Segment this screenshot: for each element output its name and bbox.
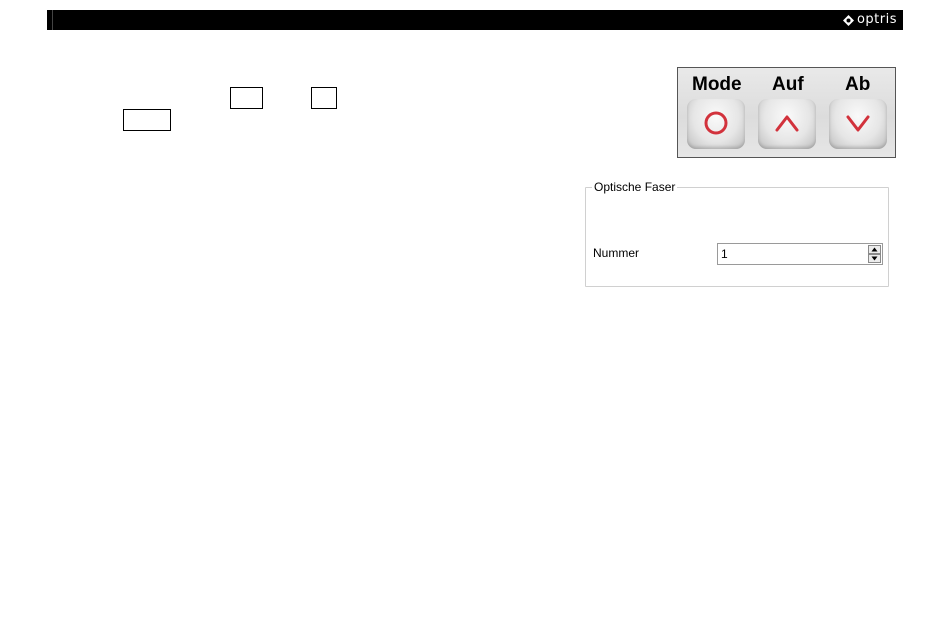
spin-up-button[interactable] (868, 245, 881, 254)
auf-key-label: Auf (772, 74, 804, 95)
device-keypad: Mode Auf Ab (677, 67, 896, 158)
optris-logo-icon (842, 14, 854, 26)
logo-text: optris (856, 12, 897, 27)
circle-icon (704, 111, 728, 135)
chevron-up-icon (775, 115, 799, 132)
mode-key-label: Mode (692, 74, 742, 95)
number-label: Nummer (593, 246, 640, 260)
chevron-down-icon (846, 115, 870, 132)
top-bar: optris (47, 10, 903, 30)
empty-box-3[interactable] (123, 109, 171, 131)
top-bar-accent (47, 10, 53, 30)
spin-buttons (868, 245, 881, 263)
optris-logo: optris (842, 12, 897, 27)
mode-key[interactable] (687, 99, 745, 149)
number-input[interactable] (718, 244, 869, 264)
ab-key[interactable] (829, 99, 887, 149)
number-spinbox[interactable] (717, 243, 883, 265)
ab-key-label: Ab (845, 74, 871, 95)
optical-fiber-group: Optische Faser Nummer (585, 180, 889, 287)
empty-box-1[interactable] (230, 87, 263, 109)
spin-down-button[interactable] (868, 254, 881, 263)
spin-down-arrow-icon (871, 256, 878, 261)
group-title: Optische Faser (594, 180, 676, 194)
auf-key[interactable] (758, 99, 816, 149)
empty-box-2[interactable] (311, 87, 337, 109)
spin-up-arrow-icon (871, 247, 878, 252)
